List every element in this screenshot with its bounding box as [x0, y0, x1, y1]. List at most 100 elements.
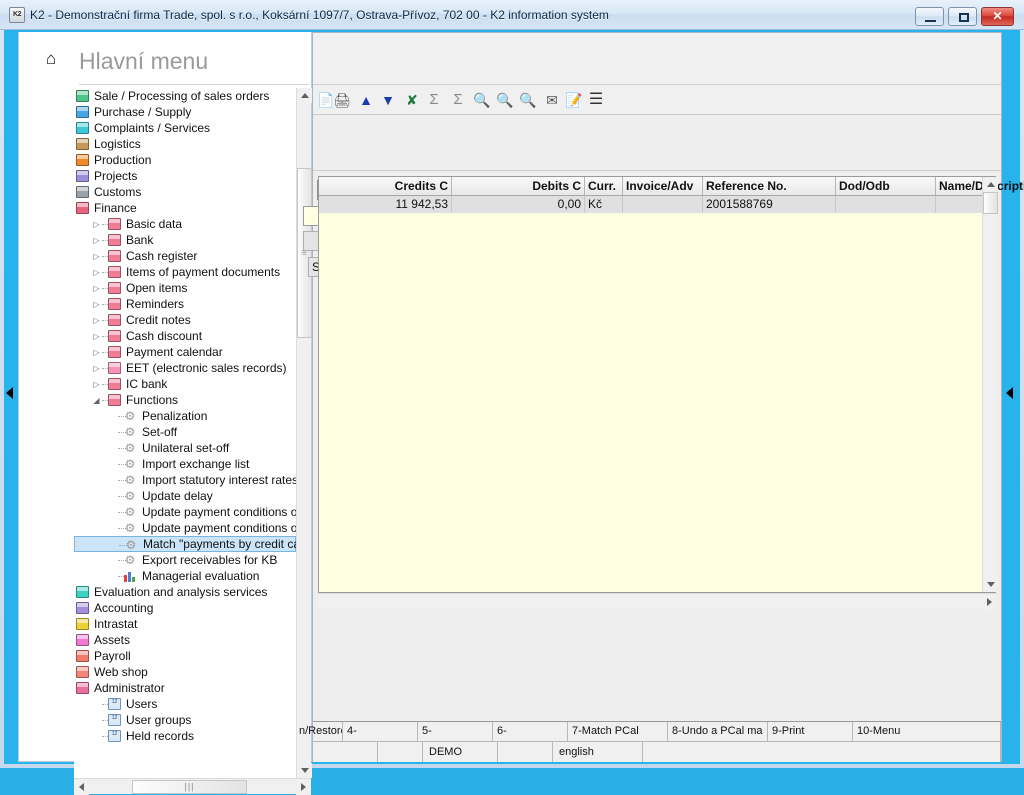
chevron-right-icon[interactable]: ▷	[92, 268, 101, 277]
tree-item[interactable]: ⚙ Unilateral set-off	[74, 440, 296, 456]
function-key[interactable]: 7-Match PCal	[568, 722, 668, 741]
table-cell[interactable]	[836, 196, 936, 213]
chevron-right-icon[interactable]: ▷	[92, 316, 101, 325]
chevron-right-icon[interactable]: ▷	[92, 380, 101, 389]
tree-item[interactable]: Web shop	[74, 664, 296, 680]
grid-scrollbar-thumb[interactable]	[983, 192, 998, 214]
chevron-right-icon[interactable]: ▷	[92, 284, 101, 293]
tree-item[interactable]: Administrator	[74, 680, 296, 696]
tree-item[interactable]: ▷ Bank	[74, 232, 296, 248]
menu-tree[interactable]: Sale / Processing of sales orders Purchas…	[74, 88, 296, 756]
document-toolbar[interactable]: 📄 🖨 ▲ ▼ ✘ Σ Σ 🔍 🔍 🔍 ✉ 📝 ☰	[313, 85, 1001, 115]
tree-scroll-left-button[interactable]	[74, 779, 89, 795]
grid-scroll-up-button[interactable]	[983, 177, 998, 192]
move-down-icon[interactable]: ▼	[377, 90, 399, 110]
tree-item[interactable]: ▷ EET (electronic sales records)	[74, 360, 296, 376]
collapse-left-handle[interactable]	[3, 382, 17, 404]
table-cell[interactable]	[623, 196, 703, 213]
function-key[interactable]: 6-	[493, 722, 568, 741]
filter-sum-icon[interactable]: Σ	[447, 90, 469, 110]
find-next-icon[interactable]: 🔍	[494, 90, 516, 110]
tree-item[interactable]: ⚙ Set-off	[74, 424, 296, 440]
excel-export-icon[interactable]: ✘	[401, 90, 423, 110]
chevron-right-icon[interactable]: ▷	[92, 236, 101, 245]
grid-scroll-down-button[interactable]	[983, 577, 998, 592]
tree-item[interactable]: ⚙ Update payment conditions on p	[74, 520, 296, 536]
chevron-down-icon[interactable]: ◢	[92, 396, 101, 405]
chevron-right-icon[interactable]: ▷	[92, 348, 101, 357]
tree-item[interactable]: 12 Held records	[74, 728, 296, 744]
function-key[interactable]: 5-	[418, 722, 493, 741]
tree-item[interactable]: Intrastat	[74, 616, 296, 632]
tree-item[interactable]: Sale / Processing of sales orders	[74, 88, 296, 104]
column-header[interactable]: Name/Descripti	[936, 177, 1024, 195]
column-header[interactable]: Invoice/Adv	[623, 177, 703, 195]
maximize-button[interactable]	[948, 7, 977, 26]
tree-item[interactable]: ▷ IC bank	[74, 376, 296, 392]
function-key[interactable]: 10-Menu	[853, 722, 1001, 741]
tree-hscrollbar-thumb[interactable]: |||	[132, 780, 247, 794]
column-header[interactable]: Dod/Odb	[836, 177, 936, 195]
grid-scroll-right-button[interactable]	[982, 594, 997, 610]
column-header[interactable]: Debits C	[452, 177, 585, 195]
tree-scroll-down-button[interactable]	[297, 763, 312, 778]
tree-item[interactable]: ▷ Open items	[74, 280, 296, 296]
tree-item[interactable]: Logistics	[74, 136, 296, 152]
tree-item[interactable]: ⚙ Match "payments by credit card"	[74, 536, 296, 552]
function-key[interactable]: 8-Undo a PCal ma	[668, 722, 768, 741]
tree-item[interactable]: ⚙ Export receivables for KB	[74, 552, 296, 568]
column-header[interactable]: Reference No.	[703, 177, 836, 195]
tree-item[interactable]: ▷ Payment calendar	[74, 344, 296, 360]
table-cell[interactable]: 11 942,53	[319, 196, 452, 213]
minimize-button[interactable]	[915, 7, 944, 26]
column-header[interactable]: Credits C	[319, 177, 452, 195]
home-icon[interactable]: ⌂	[41, 50, 61, 68]
tree-scroll-right-button[interactable]	[296, 779, 311, 795]
tree-item[interactable]: Purchase / Supply	[74, 104, 296, 120]
tree-item[interactable]: ▷ Cash register	[74, 248, 296, 264]
chevron-right-icon[interactable]: ▷	[92, 252, 101, 261]
tree-item[interactable]: 12 User groups	[74, 712, 296, 728]
chevron-right-icon[interactable]: ▷	[92, 364, 101, 373]
tree-horizontal-scrollbar[interactable]: |||	[74, 778, 311, 795]
table-cell[interactable]: 0,00	[452, 196, 585, 213]
function-key[interactable]: 4-	[343, 722, 418, 741]
function-key[interactable]: 9-Print	[768, 722, 853, 741]
find-prev-icon[interactable]: 🔍	[517, 90, 539, 110]
tree-item[interactable]: Finance	[74, 200, 296, 216]
table-cell[interactable]	[936, 196, 1024, 213]
table-cell[interactable]: 2001588769	[703, 196, 836, 213]
tree-item[interactable]: Customs	[74, 184, 296, 200]
column-header[interactable]: Curr.	[585, 177, 623, 195]
chevron-right-icon[interactable]: ▷	[92, 300, 101, 309]
menu-icon[interactable]: ☰	[585, 90, 607, 110]
tree-item[interactable]: ▷ Basic data	[74, 216, 296, 232]
note-icon[interactable]: 📝	[563, 90, 585, 110]
table-cell[interactable]: Kč	[585, 196, 623, 213]
tree-item[interactable]: Payroll	[74, 648, 296, 664]
print-icon[interactable]: 🖨	[331, 90, 353, 110]
chevron-right-icon[interactable]: ▷	[92, 220, 101, 229]
function-key[interactable]: n/Restore	[295, 722, 343, 741]
tree-item[interactable]: ▷ Credit notes	[74, 312, 296, 328]
tree-item[interactable]: ▷ Cash discount	[74, 328, 296, 344]
find-icon[interactable]: 🔍	[471, 90, 493, 110]
function-key-bar[interactable]: n/Restore 4- 5- 6- 7-Match PCal 8-Undo a PCal…	[299, 721, 1001, 741]
items-grid[interactable]: Credits C Debits C Curr. Invoice/Adv Referen…	[318, 176, 1024, 593]
tree-item[interactable]: Evaluation and analysis services	[74, 584, 296, 600]
tree-item[interactable]: 12 Users	[74, 696, 296, 712]
tree-item[interactable]: ▷ Items of payment documents	[74, 264, 296, 280]
tree-scroll-up-button[interactable]	[297, 88, 312, 103]
tree-vertical-scrollbar[interactable]: ≡	[296, 88, 312, 778]
table-row[interactable]: 11 942,53 0,00 Kč 2001588769	[319, 196, 995, 213]
tree-item[interactable]: Projects	[74, 168, 296, 184]
tree-item[interactable]: Accounting	[74, 600, 296, 616]
chevron-right-icon[interactable]: ▷	[92, 332, 101, 341]
tree-scrollbar-thumb[interactable]: ≡	[297, 168, 312, 338]
tree-item[interactable]: Managerial evaluation	[74, 568, 296, 584]
tree-item[interactable]: ◢ Functions	[74, 392, 296, 408]
grid-horizontal-scrollbar[interactable]	[318, 593, 997, 610]
mail-icon[interactable]: ✉	[541, 90, 563, 110]
tree-item[interactable]: ▷ Reminders	[74, 296, 296, 312]
tree-item[interactable]: ⚙ Import exchange list	[74, 456, 296, 472]
